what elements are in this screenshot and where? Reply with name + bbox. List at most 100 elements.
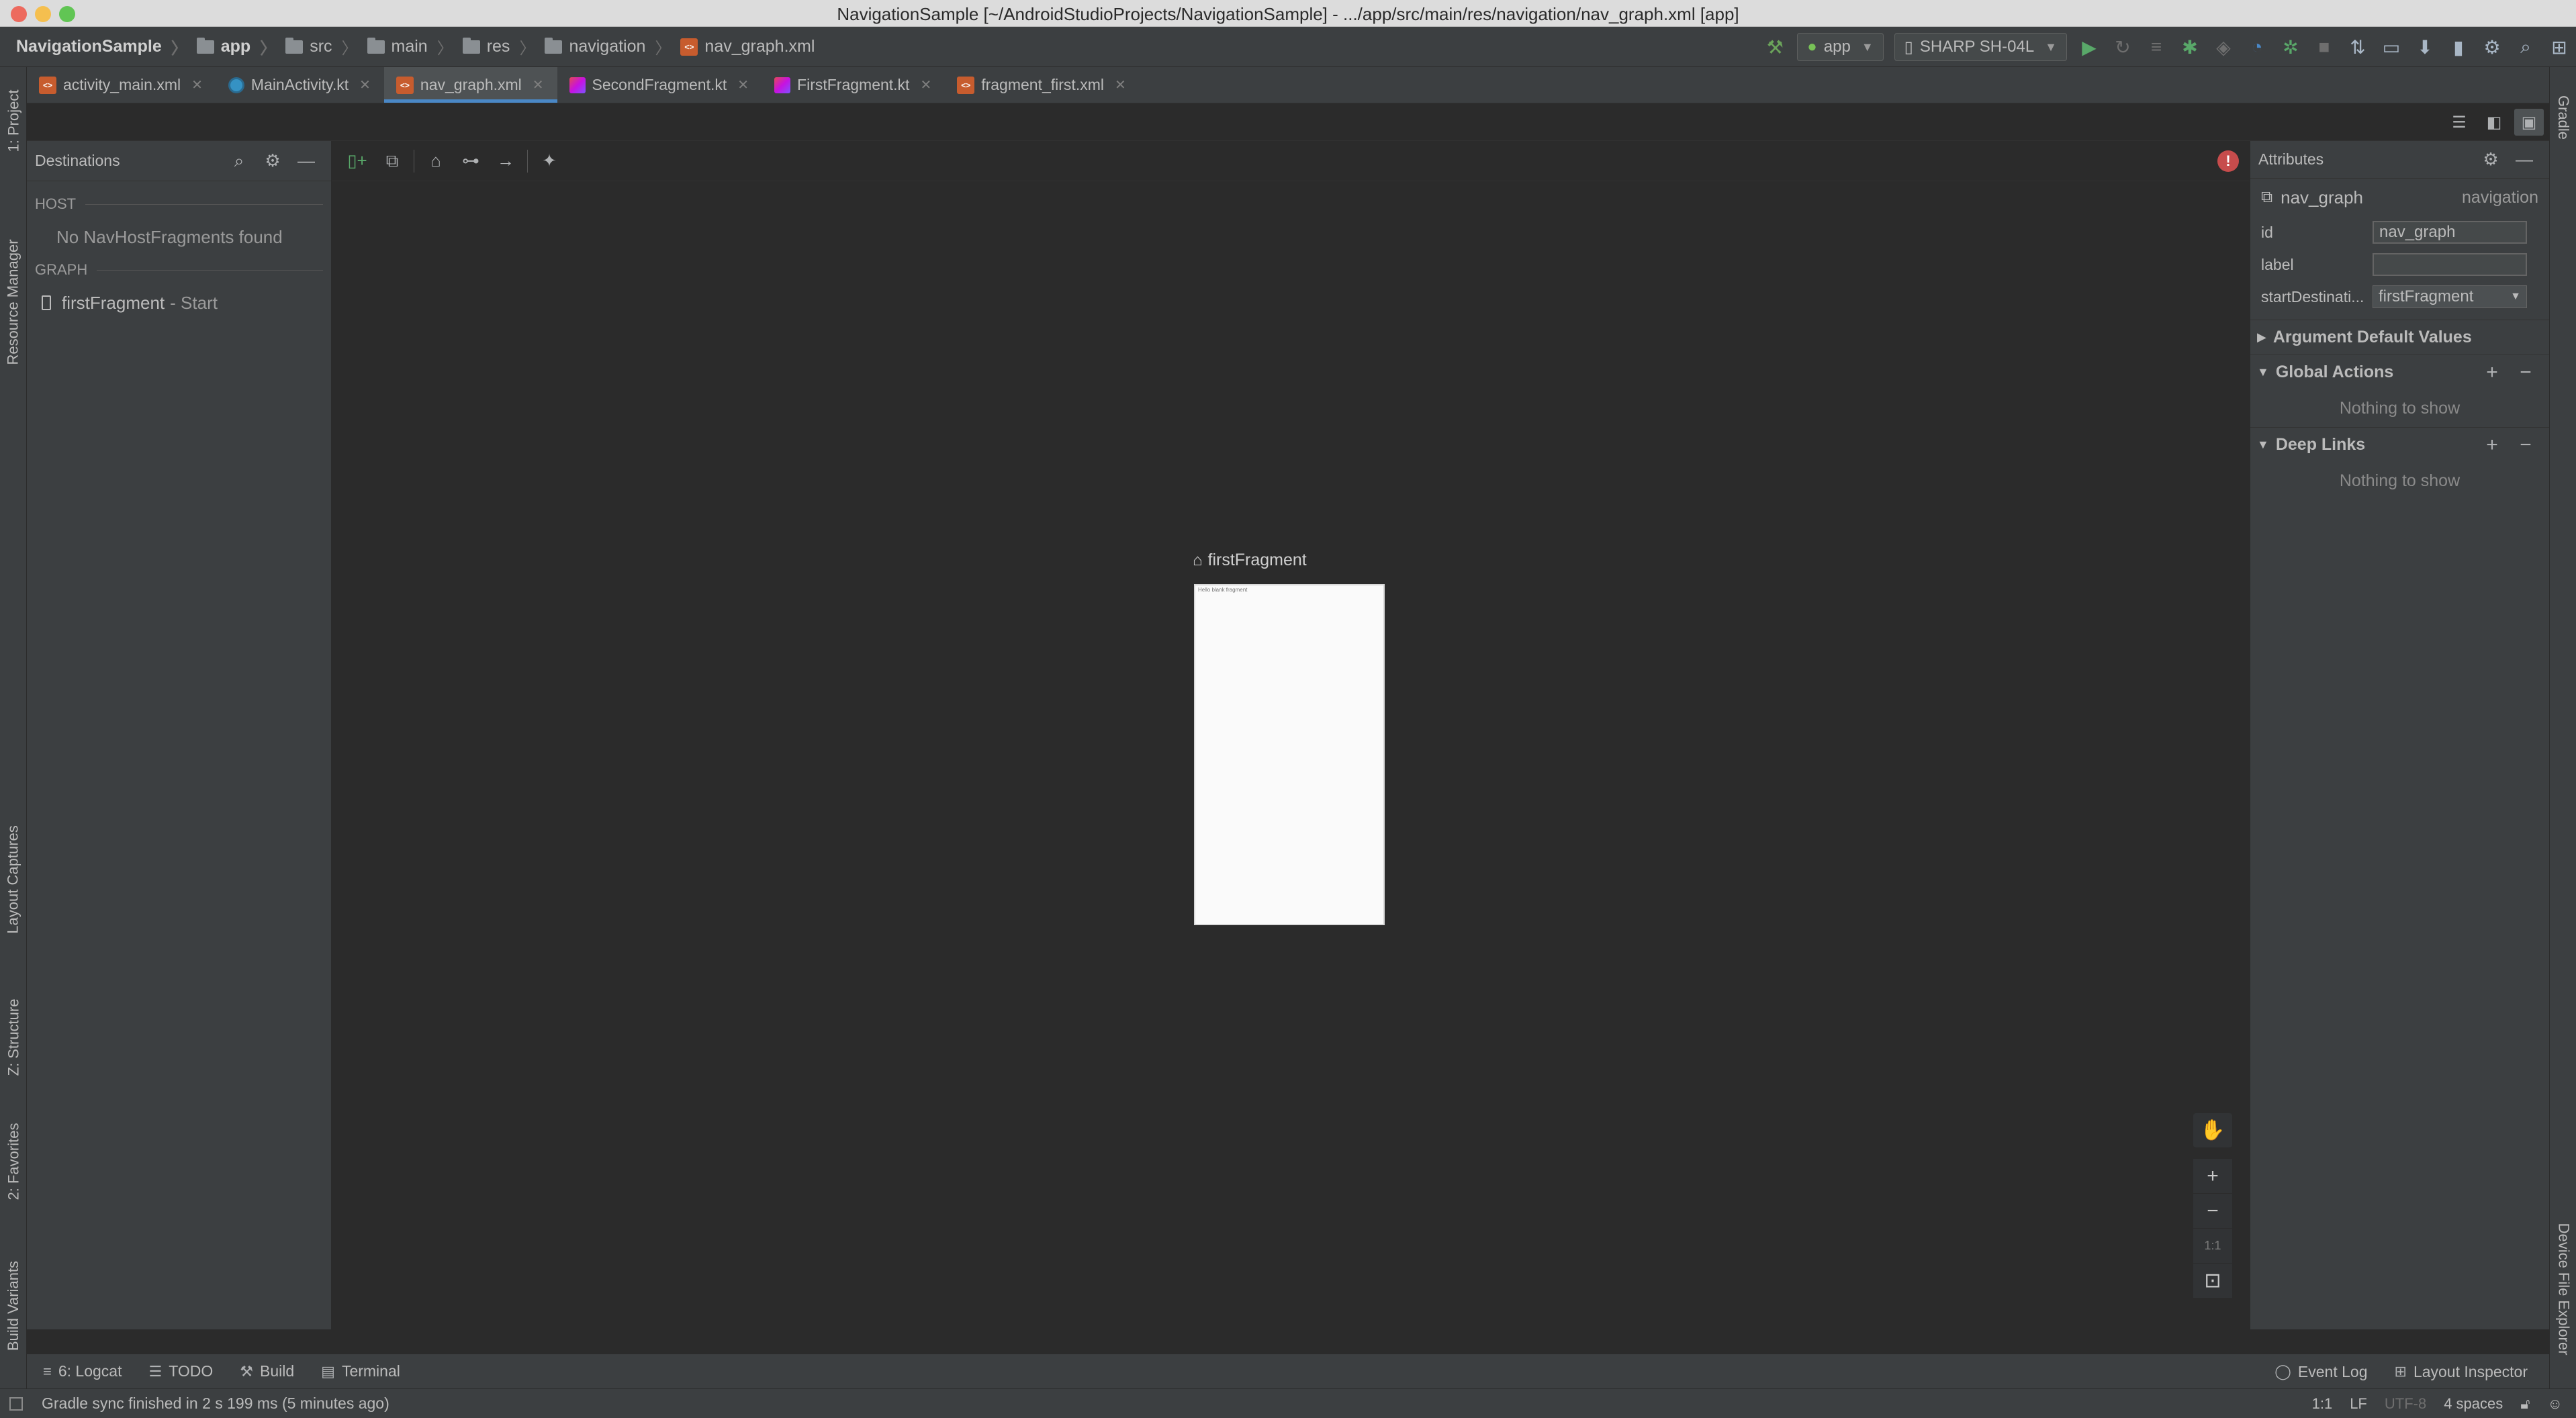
profile-icon[interactable]: ◔ (2240, 27, 2274, 67)
layout-inspector-tool-button[interactable]: ⊞ Layout Inspector (2395, 1363, 2528, 1381)
breadcrumb-navigation[interactable]: navigation 〉 (535, 27, 671, 67)
close-icon[interactable]: ✕ (359, 77, 371, 93)
build-tool-button[interactable]: ⚒ Build (240, 1362, 294, 1380)
start-destination-value: firstFragment (2379, 287, 2474, 305)
device-dropdown[interactable]: ▯ SHARP SH-04L ▼ (1894, 33, 2067, 61)
run-icon[interactable]: ▶ (2072, 27, 2106, 67)
minimize-icon[interactable]: — (2508, 149, 2541, 170)
destination-item-first-fragment[interactable]: firstFragment - Start (27, 285, 331, 321)
todo-tool-button[interactable]: ☰ TODO (148, 1362, 213, 1380)
event-log-tool-button[interactable]: ◯ Event Log (2274, 1363, 2367, 1381)
debug-icon[interactable]: ✱ (2173, 27, 2207, 67)
remove-global-action-button[interactable]: − (2509, 361, 2542, 384)
navigation-graph-canvas[interactable]: ▯+ ⧉ ⌂ ⊶ → ✦ ! ⌂ firstFragment Hello bla… (332, 141, 2250, 1329)
tab-main-activity-kt[interactable]: MainActivity.kt ✕ (216, 67, 384, 103)
layout-captures-tool-window-button[interactable]: Layout Captures (0, 779, 27, 980)
new-destination-icon[interactable]: ▯+ (340, 146, 375, 177)
zoom-out-icon[interactable]: − (2193, 1194, 2232, 1229)
settings-icon[interactable]: ⊞ (2542, 27, 2576, 67)
remove-deep-link-button[interactable]: − (2509, 434, 2542, 457)
tab-activity-main-xml[interactable]: <> activity_main.xml ✕ (27, 67, 216, 103)
lock-icon[interactable]: 🔓︎ (2520, 1395, 2530, 1413)
close-icon[interactable]: ✕ (920, 77, 931, 93)
group-nested-graph-icon[interactable]: ⧉ (375, 146, 410, 177)
terminal-tool-button[interactable]: ▤ Terminal (321, 1362, 400, 1380)
breadcrumb-src[interactable]: src 〉 (276, 27, 358, 67)
deep-links-section[interactable]: ▼ Deep Links + − (2250, 427, 2549, 462)
favorites-tool-window-button[interactable]: 2: Favorites (0, 1088, 27, 1235)
add-action-icon[interactable]: → (488, 146, 523, 177)
run-config-dropdown[interactable]: ● app ▼ (1797, 33, 1884, 61)
home-icon[interactable]: ⌂ (418, 146, 453, 177)
zoom-to-fit-icon[interactable]: ⊡ (2193, 1264, 2232, 1298)
close-icon[interactable]: ✕ (191, 77, 203, 93)
tab-first-fragment-kt[interactable]: FirstFragment.kt ✕ (762, 67, 945, 103)
design-view-icon[interactable]: ▣ (2514, 109, 2544, 136)
resource-manager-tab-label: Resource Manager (5, 239, 22, 365)
breadcrumb-label: NavigationSample (16, 37, 162, 56)
argument-defaults-section[interactable]: ▶ Argument Default Values (2250, 320, 2549, 354)
status-message[interactable]: Gradle sync finished in 2 s 199 ms (5 mi… (42, 1395, 389, 1413)
avd-manager-icon[interactable]: ▭ (2375, 27, 2408, 67)
gear-icon[interactable]: ⚙ (256, 150, 289, 171)
breadcrumb-project[interactable]: NavigationSample 〉 (0, 27, 187, 67)
breadcrumb-res[interactable]: res 〉 (453, 27, 535, 67)
error-indicator-icon[interactable]: ! (2217, 150, 2239, 172)
project-structure-icon[interactable]: ⚙ (2475, 27, 2509, 67)
device-phone-icon: ▯ (1904, 38, 1913, 56)
global-actions-section[interactable]: ▼ Global Actions + − (2250, 354, 2549, 389)
auto-arrange-icon[interactable]: ✦ (532, 146, 567, 177)
indent-setting[interactable]: 4 spaces (2444, 1395, 2503, 1413)
search-icon[interactable]: ⌕ (2509, 27, 2542, 67)
build-hammer-icon[interactable]: ⚒ (1758, 27, 1792, 67)
device-file-explorer-tool-window-button[interactable]: Device File Explorer (2550, 1168, 2576, 1410)
add-deep-link-button[interactable]: + (2475, 434, 2509, 457)
pan-hand-icon[interactable]: ✋ (2193, 1113, 2232, 1148)
minimize-icon[interactable]: — (289, 150, 323, 171)
code-view-icon[interactable]: ☰ (2444, 109, 2474, 136)
apply-changes-restart-icon[interactable]: ↻ (2106, 27, 2140, 67)
close-icon[interactable]: ✕ (533, 77, 544, 93)
attr-id-field[interactable]: nav_graph (2373, 221, 2527, 244)
close-icon[interactable]: ✕ (1115, 77, 1126, 93)
gear-icon[interactable]: ⚙ (2474, 149, 2508, 170)
tab-nav-graph-xml[interactable]: <> nav_graph.xml ✕ (383, 67, 557, 103)
split-view-icon[interactable]: ◧ (2479, 109, 2509, 136)
close-icon[interactable]: ✕ (737, 77, 749, 93)
file-encoding[interactable]: UTF-8 (2385, 1395, 2426, 1413)
argument-defaults-title: Argument Default Values (2272, 328, 2472, 346)
tool-windows-toggle-icon[interactable] (9, 1397, 23, 1411)
fragment-preview-thumbnail[interactable]: Hello blank fragment (1194, 584, 1385, 925)
zoom-in-icon[interactable]: + (2193, 1159, 2232, 1194)
navigation-graph-icon: ⧉ (2261, 188, 2273, 206)
logcat-tool-button[interactable]: ≡ 6: Logcat (43, 1362, 122, 1380)
device-manager-icon[interactable]: ▮ (2442, 27, 2475, 67)
zoom-actual-size-button[interactable]: 1:1 (2193, 1229, 2232, 1264)
tab-fragment-first-xml[interactable]: <> fragment_first.xml ✕ (945, 67, 1140, 103)
deep-link-icon[interactable]: ⊶ (453, 146, 488, 177)
resource-manager-tool-window-button[interactable]: Resource Manager (0, 188, 27, 416)
gradle-tool-window-button[interactable]: Gradle (2550, 67, 2576, 168)
project-tool-window-button[interactable]: 1: Project (0, 67, 27, 175)
fragment-node-title[interactable]: ⌂ firstFragment (1193, 551, 1307, 570)
build-variants-tool-window-button[interactable]: Build Variants (0, 1219, 27, 1393)
stop-icon[interactable]: ■ (2307, 27, 2341, 67)
sdk-manager-icon[interactable]: ⬇ (2408, 27, 2442, 67)
start-destination-dropdown[interactable]: firstFragment ▼ (2373, 285, 2527, 308)
apply-code-changes-icon[interactable]: ≡ (2140, 27, 2173, 67)
line-separator[interactable]: LF (2350, 1395, 2367, 1413)
breadcrumb-module[interactable]: app 〉 (187, 27, 276, 67)
caret-position[interactable]: 1:1 (2312, 1395, 2333, 1413)
attr-label-field[interactable] (2373, 253, 2527, 276)
breadcrumb-main[interactable]: main 〉 (358, 27, 453, 67)
search-icon[interactable]: ⌕ (222, 150, 256, 172)
run-with-coverage-icon[interactable]: ◈ (2207, 27, 2240, 67)
build-label: Build (259, 1362, 295, 1380)
attach-debugger-icon[interactable]: ✲ (2274, 27, 2307, 67)
sync-project-icon[interactable]: ⇅ (2341, 27, 2375, 67)
add-global-action-button[interactable]: + (2475, 361, 2509, 384)
breadcrumb-file[interactable]: <> nav_graph.xml (671, 27, 815, 67)
hector-icon[interactable]: ☺ (2548, 1395, 2563, 1413)
tab-second-fragment-kt[interactable]: SecondFragment.kt ✕ (557, 67, 762, 103)
component-type: navigation (2462, 187, 2538, 207)
